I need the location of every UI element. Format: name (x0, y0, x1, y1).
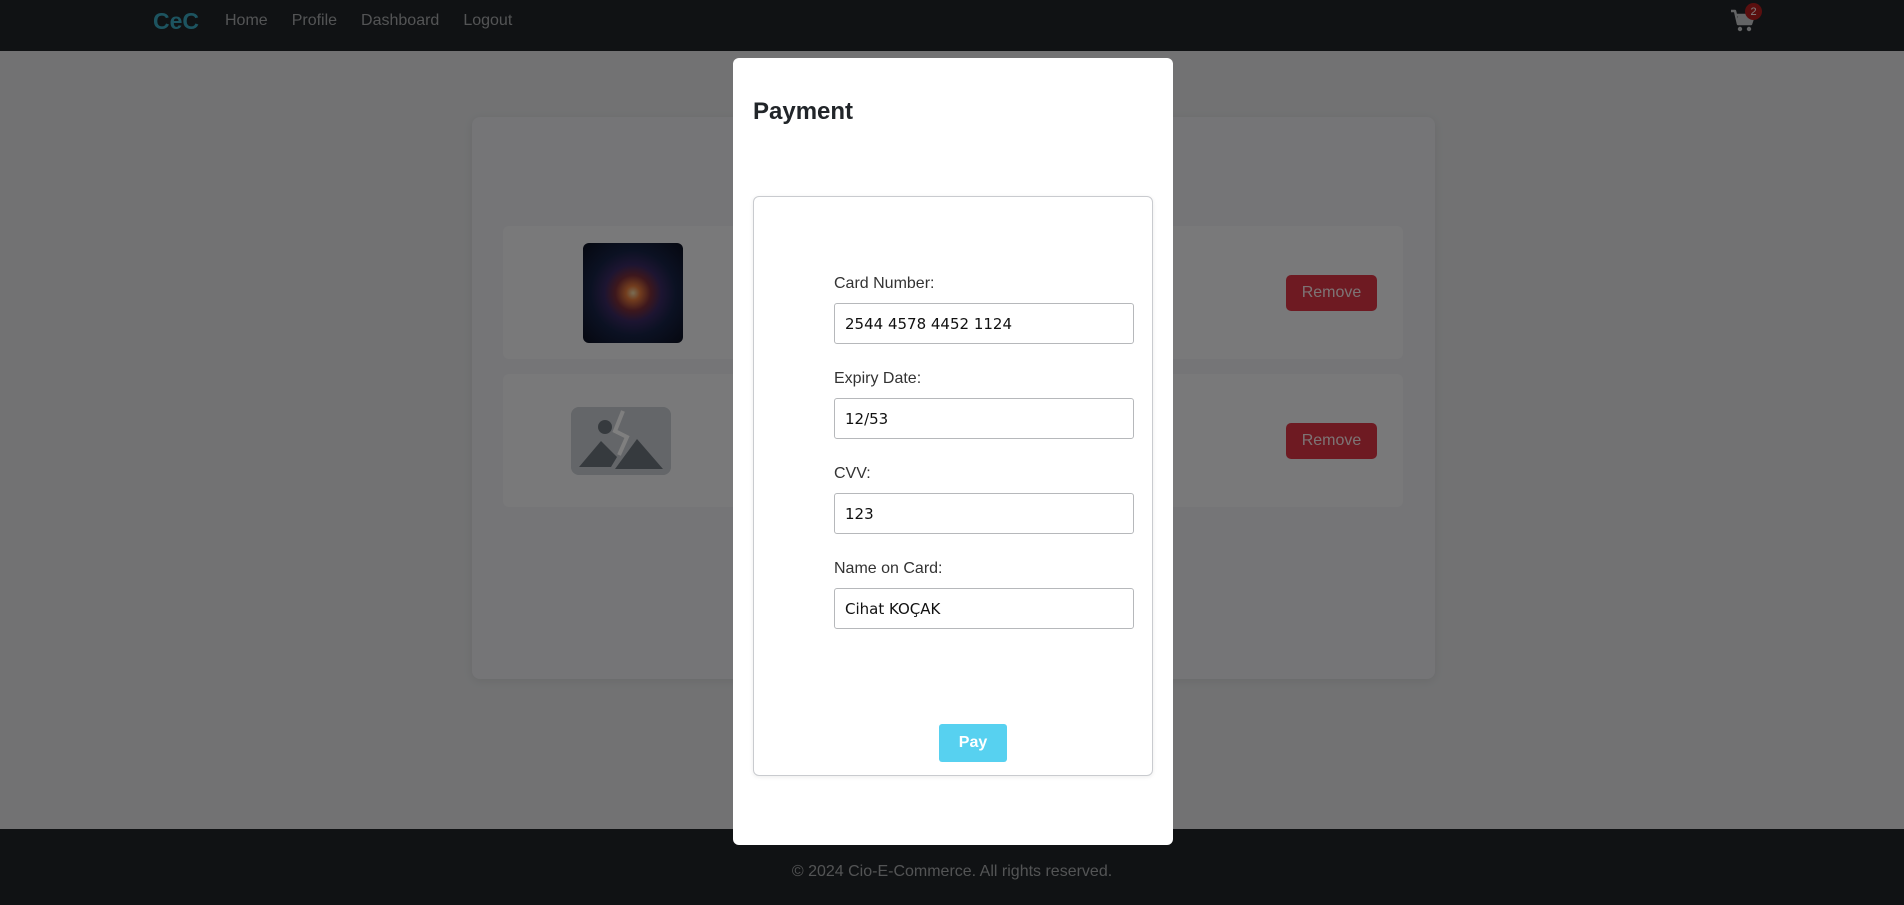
card-number-input[interactable] (834, 303, 1134, 344)
name-on-card-input[interactable] (834, 588, 1134, 629)
cvv-label: CVV: (834, 465, 871, 482)
cvv-input[interactable] (834, 493, 1134, 534)
name-on-card-label: Name on Card: (834, 560, 943, 577)
payment-form: Card Number: Expiry Date: CVV: Name on C… (753, 196, 1153, 776)
card-number-label: Card Number: (834, 275, 935, 292)
pay-button[interactable]: Pay (939, 724, 1007, 762)
modal-title: Payment (753, 98, 854, 125)
payment-modal: Payment Card Number: Expiry Date: CVV: N… (733, 58, 1173, 845)
expiry-date-input[interactable] (834, 398, 1134, 439)
expiry-date-label: Expiry Date: (834, 370, 922, 387)
